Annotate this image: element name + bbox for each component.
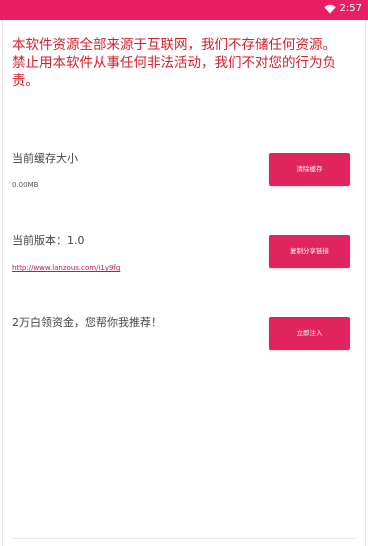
donate-label: 2万白领资金，您帮你我推荐！ (12, 316, 162, 329)
disclaimer-line-2: 禁止用本软件从事任何非法活动，我们不对您的行为负责。 (12, 55, 336, 89)
status-icons: 2:57 (323, 3, 362, 15)
version-label: 当前版本：1.0 (12, 234, 85, 247)
wifi-icon (323, 4, 336, 14)
bottom-divider (12, 538, 356, 539)
status-time: 2:57 (339, 3, 362, 14)
status-bar: 2:57 (0, 0, 368, 20)
share-link[interactable]: http://www.lanzous.com/i1y9fg (12, 263, 120, 273)
cache-size-value: 0.00MB (12, 181, 39, 189)
disclaimer-line-1: 本软件资源全部来源于互联网，我们不存储任何资源。 (12, 37, 336, 53)
clear-cache-button[interactable]: 清除缓存 (269, 153, 350, 186)
donate-button[interactable]: 立即注入 (269, 317, 350, 350)
copy-share-link-button[interactable]: 复制分享链接 (269, 235, 350, 268)
disclaimer-notice: 本软件资源全部来源于互联网，我们不存储任何资源。 禁止用本软件从事任何非法活动，… (12, 36, 357, 90)
cache-size-label: 当前缓存大小 (12, 152, 78, 165)
